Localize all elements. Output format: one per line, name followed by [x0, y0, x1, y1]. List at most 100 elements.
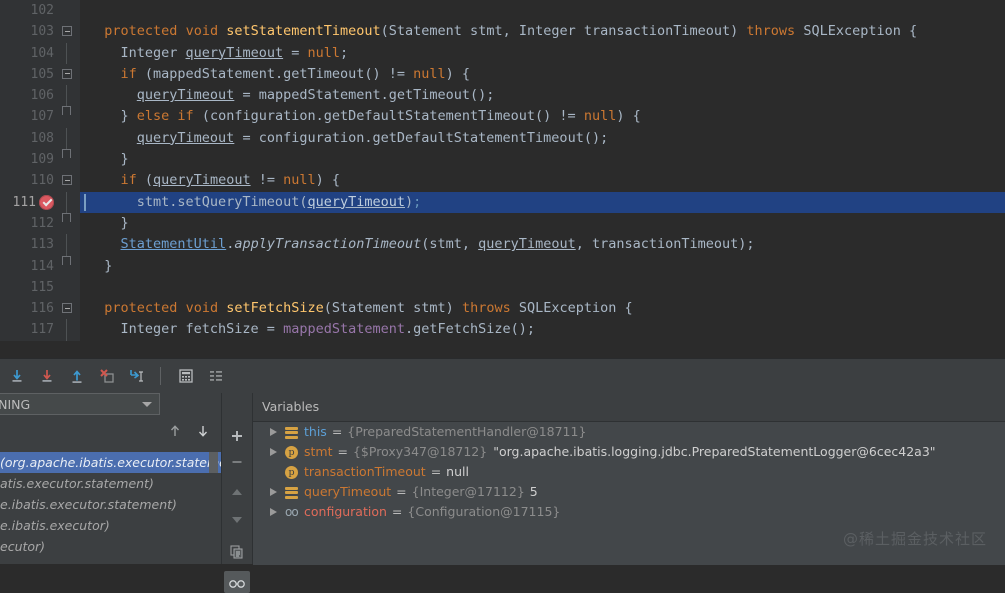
expand-triangle-icon[interactable] — [270, 508, 277, 516]
force-step-into-icon[interactable] — [94, 363, 120, 389]
step-out-icon[interactable] — [64, 363, 90, 389]
code-line[interactable]: 112 } — [0, 213, 1005, 234]
frame-down-icon[interactable] — [196, 423, 210, 442]
breakpoint-icon[interactable] — [39, 195, 54, 210]
line-number: 103 — [0, 21, 58, 42]
variable-value: null — [446, 462, 469, 482]
fold-gutter[interactable] — [58, 192, 80, 213]
code-line[interactable]: 106 queryTimeout = mappedStatement.getTi… — [0, 85, 1005, 106]
code-line[interactable]: 109 } — [0, 149, 1005, 170]
fold-gutter[interactable] — [58, 21, 80, 42]
code-token: = configuration.getDefaultStatementTimeo… — [234, 130, 608, 146]
fold-gutter[interactable] — [58, 213, 80, 234]
fold-gutter[interactable] — [58, 0, 80, 21]
code-text: queryTimeout = mappedStatement.getTimeou… — [80, 85, 1005, 106]
expand-triangle-icon[interactable] — [270, 428, 277, 436]
variable-primitive-value: 5 — [530, 482, 538, 502]
code-line[interactable]: 114 } — [0, 256, 1005, 277]
add-watch-icon[interactable] — [226, 425, 248, 447]
frames-list[interactable]: (org.apache.ibatis.executor.statement)at… — [0, 452, 222, 557]
fold-gutter[interactable] — [58, 106, 80, 127]
frames-pane: ": RUNNING (org.apache.ibatis.executor.s… — [0, 393, 222, 564]
code-line[interactable]: 105 if (mappedStatement.getTimeout() != … — [0, 64, 1005, 85]
code-token: Integer fetchSize = — [88, 321, 283, 337]
watches-toolbar — [222, 393, 253, 564]
fold-collapse-icon[interactable] — [62, 26, 72, 36]
frame-list-item[interactable]: e.ibatis.executor) — [0, 515, 222, 536]
fold-gutter[interactable] — [58, 149, 80, 170]
line-number: 111 — [0, 192, 58, 213]
fold-gutter[interactable] — [58, 277, 80, 298]
step-over-icon[interactable] — [4, 363, 30, 389]
code-line[interactable]: 110 if (queryTimeout != null) { — [0, 170, 1005, 191]
frame-list-item[interactable]: atis.executor.statement) — [0, 473, 222, 494]
variable-equals: = — [338, 442, 348, 462]
variable-equals: = — [396, 482, 406, 502]
fold-gutter[interactable] — [58, 43, 80, 64]
fold-collapse-icon[interactable] — [62, 69, 72, 79]
code-line[interactable]: 117 Integer fetchSize = mappedStatement.… — [0, 319, 1005, 340]
code-token: queryTimeout — [137, 130, 235, 146]
variable-row[interactable]: pstmt={$Proxy347@18712}"org.apache.ibati… — [253, 442, 1005, 462]
evaluate-expression-icon[interactable] — [173, 363, 199, 389]
variable-row[interactable]: ooconfiguration={Configuration@17115} — [253, 502, 1005, 522]
variable-row[interactable]: queryTimeout={Integer@17112}5 — [253, 482, 1005, 502]
code-line[interactable]: 102 — [0, 0, 1005, 21]
fold-gutter[interactable] — [58, 256, 80, 277]
code-token — [88, 300, 104, 316]
fold-gutter[interactable] — [58, 234, 80, 255]
fold-gutter[interactable] — [58, 85, 80, 106]
fold-collapse-icon[interactable] — [62, 303, 72, 313]
fold-gutter[interactable] — [58, 64, 80, 85]
variables-tree[interactable]: this={PreparedStatementHandler@18711}pst… — [253, 422, 1005, 565]
variable-name: stmt — [304, 442, 333, 462]
variable-equals: = — [431, 462, 441, 482]
frame-up-icon[interactable] — [168, 423, 182, 442]
static-oo-icon: oo — [285, 506, 298, 519]
fold-gutter[interactable] — [58, 298, 80, 319]
fold-collapse-icon[interactable] — [62, 175, 72, 185]
inspect-icon[interactable] — [224, 571, 250, 593]
trace-current-stream-icon[interactable] — [203, 363, 229, 389]
code-line[interactable]: 108 queryTimeout = configuration.getDefa… — [0, 128, 1005, 149]
code-text — [80, 277, 1005, 298]
code-line[interactable]: 107 } else if (configuration.getDefaultS… — [0, 106, 1005, 127]
code-line[interactable]: 116 protected void setFetchSize(Statemen… — [0, 298, 1005, 319]
move-watch-up-icon[interactable] — [226, 481, 248, 503]
fold-gutter[interactable] — [58, 128, 80, 149]
frame-list-item[interactable]: (org.apache.ibatis.executor.statement) — [0, 452, 222, 473]
line-number: 114 — [0, 256, 58, 277]
code-token — [88, 87, 137, 103]
code-line[interactable]: 103 protected void setStatementTimeout(S… — [0, 21, 1005, 42]
code-line[interactable]: 111 stmt.setQueryTimeout(queryTimeout); — [0, 192, 1005, 213]
fold-gutter[interactable] — [58, 170, 80, 191]
code-line[interactable]: 115 — [0, 277, 1005, 298]
fold-gutter[interactable] — [58, 319, 80, 340]
code-line[interactable]: 104 Integer queryTimeout = null; — [0, 43, 1005, 64]
fold-end-icon — [62, 106, 71, 115]
step-into-icon[interactable] — [34, 363, 60, 389]
code-text: protected void setFetchSize(Statement st… — [80, 298, 1005, 319]
expand-triangle-icon[interactable] — [270, 448, 277, 456]
variable-row[interactable]: ptransactionTimeout=null — [253, 462, 1005, 482]
code-line[interactable]: 113 StatementUtil.applyTransactionTimeou… — [0, 234, 1005, 255]
code-editor[interactable]: 102103 protected void setStatementTimeou… — [0, 0, 1005, 358]
variable-name: configuration — [304, 502, 387, 522]
code-token — [218, 300, 226, 316]
thread-selector[interactable]: ": RUNNING — [0, 393, 160, 415]
run-to-cursor-icon[interactable] — [124, 363, 150, 389]
code-token: (mappedStatement.getTimeout() != — [137, 66, 413, 82]
copy-value-icon[interactable] — [226, 541, 248, 563]
expand-triangle-icon[interactable] — [270, 488, 277, 496]
frame-list-item[interactable]: e.ibatis.executor.statement) — [0, 494, 222, 515]
variable-row[interactable]: this={PreparedStatementHandler@18711} — [253, 422, 1005, 442]
code-token: null — [584, 108, 617, 124]
parameter-p-icon: p — [285, 466, 298, 479]
remove-watch-icon[interactable] — [226, 451, 248, 473]
line-number: 102 — [0, 0, 58, 21]
move-watch-down-icon[interactable] — [226, 509, 248, 531]
frames-scrollbar[interactable] — [209, 452, 218, 473]
frame-list-item[interactable]: ecutor) — [0, 536, 222, 557]
code-token — [88, 172, 121, 188]
code-token: StatementUtil — [121, 236, 227, 252]
